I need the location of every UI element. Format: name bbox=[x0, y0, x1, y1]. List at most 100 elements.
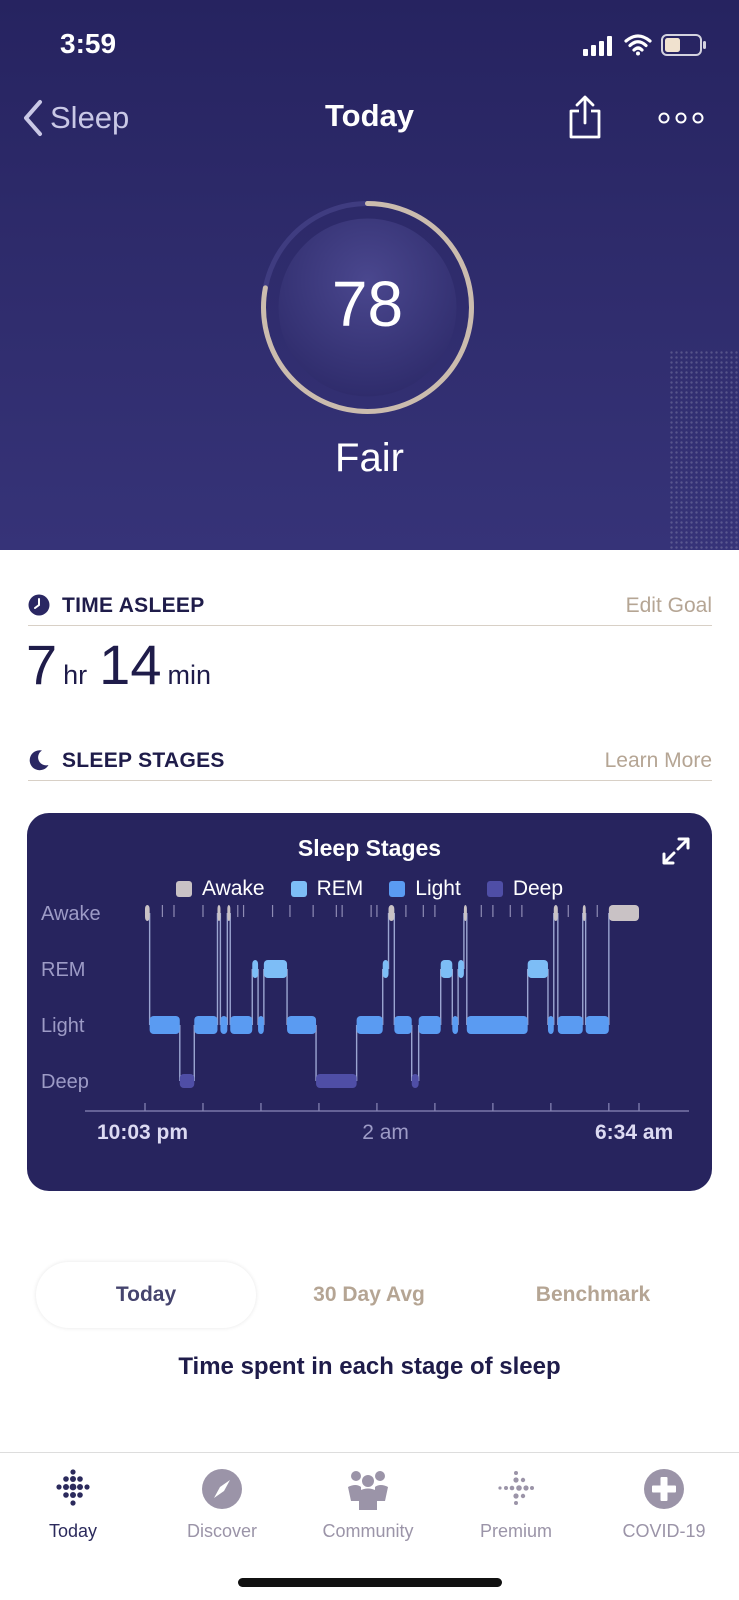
tabs-caption: Time spent in each stage of sleep bbox=[178, 1353, 561, 1380]
stage-segment-awake bbox=[388, 905, 395, 921]
battery-icon bbox=[661, 34, 706, 56]
wifi-icon bbox=[624, 34, 652, 56]
legend-item-rem: REM bbox=[290, 877, 363, 901]
edit-goal-link[interactable]: Edit Goal bbox=[626, 594, 712, 618]
stage-segment-light bbox=[287, 1016, 317, 1034]
stage-segment-awake bbox=[227, 905, 231, 921]
legend-item-awake: Awake bbox=[175, 877, 265, 901]
tab-benchmark[interactable]: Benchmark bbox=[482, 1262, 704, 1328]
stage-segment-rem bbox=[458, 960, 464, 978]
stage-segment-light bbox=[394, 1016, 412, 1034]
cellular-signal-icon bbox=[583, 36, 612, 56]
status-bar: 3:59 bbox=[0, 0, 739, 90]
time-asleep-value: 7 hr 14 min bbox=[26, 632, 223, 696]
chart-legend: Awake REM Light Deep bbox=[27, 877, 712, 901]
y-axis-label-rem: REM bbox=[41, 959, 85, 981]
tabbar-label: Community bbox=[322, 1521, 414, 1541]
asleep-hours-unit: hr bbox=[63, 660, 88, 690]
tabbar-label: Discover bbox=[186, 1521, 257, 1541]
tabbar-label: Premium bbox=[479, 1521, 552, 1541]
tabbar-item-covid-19[interactable]: COVID-19 bbox=[594, 1467, 734, 1542]
comparison-tabs: Today 30 Day Avg Benchmark bbox=[36, 1262, 704, 1328]
stage-segment-awake bbox=[217, 905, 221, 921]
more-options-icon[interactable] bbox=[656, 110, 706, 126]
sleep-score-header: 3:59 Sleep Today 78 Fair bbox=[0, 0, 739, 550]
time-asleep-header: TIME ASLEEP Edit Goal bbox=[28, 586, 712, 626]
chevron-left-icon bbox=[24, 100, 42, 136]
moon-icon bbox=[29, 750, 49, 771]
learn-more-link[interactable]: Learn More bbox=[605, 749, 712, 773]
expand-icon[interactable] bbox=[660, 835, 692, 867]
tabbar-item-premium[interactable]: Premium bbox=[446, 1467, 586, 1542]
legend-swatch-rem bbox=[290, 881, 307, 897]
stage-segment-light bbox=[356, 1016, 383, 1034]
stage-segment-rem bbox=[382, 960, 389, 978]
tabbar-item-today[interactable]: Today bbox=[3, 1467, 143, 1542]
share-icon[interactable] bbox=[566, 94, 604, 140]
sleep-score-ring: 78 bbox=[255, 195, 480, 420]
stage-segment-light bbox=[149, 1016, 180, 1034]
stage-segment-deep bbox=[179, 1074, 195, 1088]
sleep-score-value: 78 bbox=[331, 268, 404, 340]
stage-segment-awake bbox=[145, 905, 150, 921]
back-button[interactable]: Sleep bbox=[22, 96, 129, 140]
legend-swatch-light bbox=[389, 881, 406, 897]
tab-today[interactable]: Today bbox=[36, 1262, 256, 1328]
tab-30-day-avg[interactable]: 30 Day Avg bbox=[258, 1262, 480, 1328]
tabbar-item-community[interactable]: Community bbox=[298, 1467, 438, 1542]
stage-segment-light bbox=[557, 1016, 583, 1034]
tabbar-label: Today bbox=[48, 1521, 98, 1541]
sleep-stages-header: SLEEP STAGES Learn More bbox=[28, 741, 712, 781]
stage-segment-light bbox=[452, 1016, 459, 1034]
sleep-stages-title: SLEEP STAGES bbox=[62, 749, 225, 772]
tabbar-item-discover[interactable]: Discover bbox=[152, 1467, 292, 1542]
plus-cross-icon bbox=[644, 1469, 684, 1509]
stage-segment-light bbox=[466, 1016, 528, 1034]
x-axis-label: 10:03 pm bbox=[97, 1121, 188, 1144]
tabbar-label: COVID-19 bbox=[622, 1521, 706, 1541]
stage-segment-deep bbox=[411, 1074, 419, 1088]
stage-segment-light bbox=[585, 1016, 609, 1034]
stage-segment-rem bbox=[252, 960, 259, 978]
y-axis-label-light: Light bbox=[41, 1015, 85, 1037]
legend-label: Deep bbox=[512, 877, 564, 900]
stage-segment-rem bbox=[527, 960, 548, 978]
stage-segment-awake bbox=[608, 905, 639, 921]
stage-segment-rem bbox=[440, 960, 453, 978]
stage-segment-light bbox=[194, 1016, 218, 1034]
stage-segment-awake bbox=[553, 905, 558, 921]
stage-segment-awake bbox=[582, 905, 586, 921]
stage-segment-awake bbox=[463, 905, 467, 921]
legend-label: Light bbox=[415, 877, 461, 900]
time-asleep-title: TIME ASLEEP bbox=[62, 594, 205, 617]
legend-item-deep: Deep bbox=[486, 877, 564, 901]
premium-dots-icon bbox=[498, 1471, 534, 1505]
sleep-stages-chart[interactable]: Awake REM Light Deep 10:03 pm 2 am 6:34 am Sle… bbox=[27, 813, 712, 1191]
clock-icon bbox=[28, 594, 50, 616]
asleep-minutes: 14 bbox=[99, 633, 162, 696]
legend-swatch-awake bbox=[175, 881, 192, 897]
stage-segment-light bbox=[418, 1016, 441, 1034]
stage-segment-light bbox=[220, 1016, 228, 1034]
stage-segment-light bbox=[230, 1016, 253, 1034]
sleep-stages-plot: Awake REM Light Deep 10:03 pm 2 am 6:34 am bbox=[41, 903, 689, 1144]
x-axis-label: 2 am bbox=[362, 1121, 409, 1144]
x-axis-label: 6:34 am bbox=[595, 1121, 673, 1144]
back-button-label: Sleep bbox=[50, 100, 130, 135]
fitbit-dots-icon bbox=[56, 1469, 90, 1506]
stage-segment-light bbox=[547, 1016, 554, 1034]
stage-segment-deep bbox=[316, 1074, 357, 1088]
y-axis-label-awake: Awake bbox=[41, 903, 101, 925]
legend-item-light: Light bbox=[389, 877, 461, 901]
stage-segment-light bbox=[258, 1016, 264, 1034]
community-icon bbox=[348, 1471, 388, 1510]
sleep-score-rating: Fair bbox=[335, 436, 404, 480]
status-time: 3:59 bbox=[60, 28, 117, 59]
stage-segment-rem bbox=[263, 960, 288, 978]
legend-label: Awake bbox=[201, 877, 265, 900]
asleep-hours: 7 bbox=[26, 633, 58, 696]
compass-icon bbox=[202, 1469, 242, 1509]
chart-title: Sleep Stages bbox=[297, 835, 442, 861]
asleep-minutes-unit: min bbox=[167, 660, 211, 690]
home-indicator bbox=[238, 1578, 502, 1587]
